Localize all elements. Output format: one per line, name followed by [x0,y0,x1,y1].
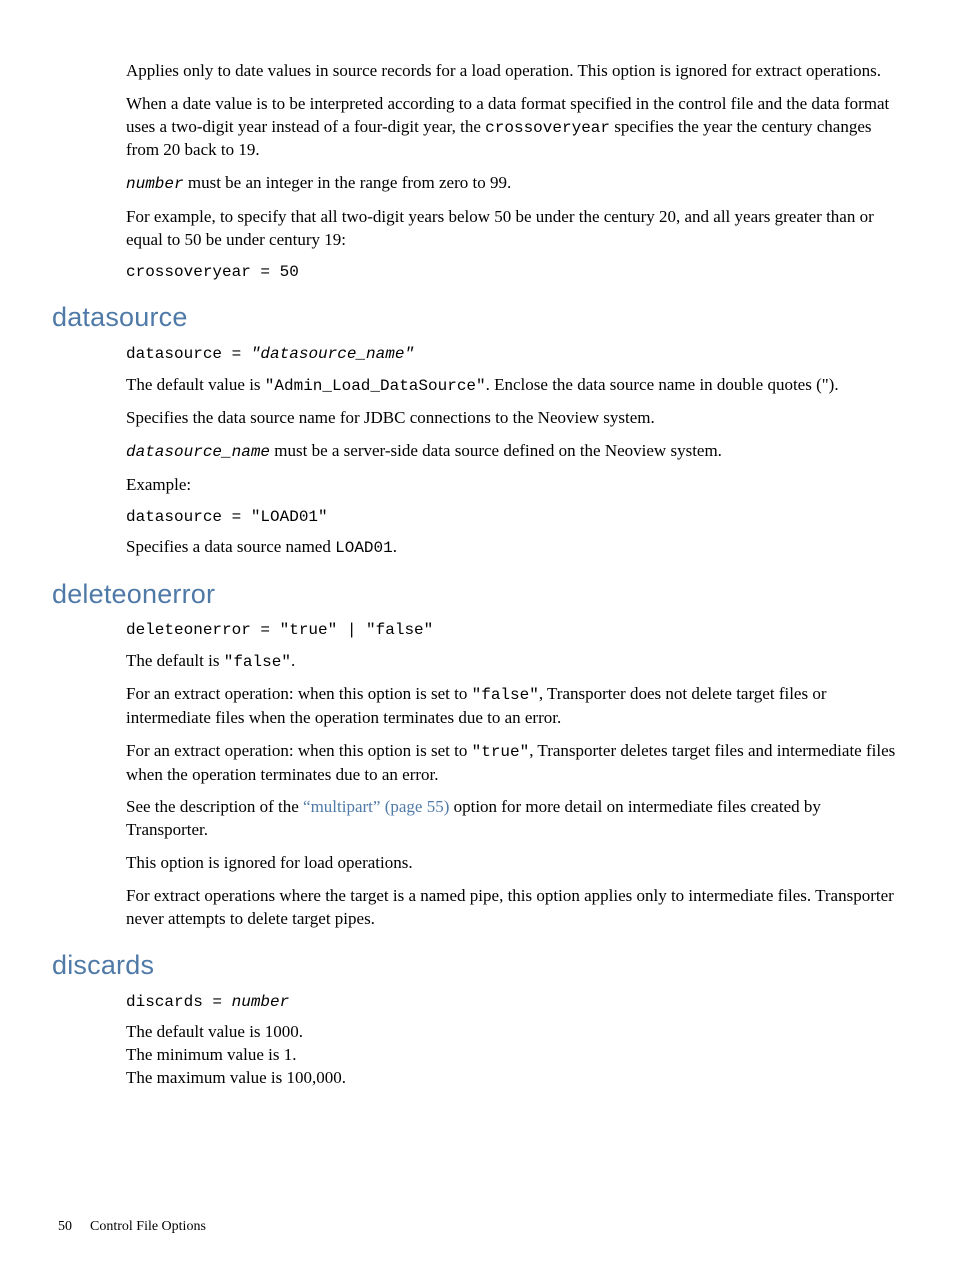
heading-discards: discards [52,947,902,983]
datasource-p3: datasource_name must be a server-side da… [126,440,902,464]
deleteonerror-p5: This option is ignored for load operatio… [126,852,902,875]
datasource-p5: Specifies a data source named LOAD01. [126,536,902,560]
datasource-p1: The default value is "Admin_Load_DataSou… [126,374,902,398]
intro-code: crossoveryear = 50 [126,262,902,284]
datasource-p5-code: LOAD01 [335,539,393,557]
datasource-p1b: . Enclose the data source name in double… [486,375,839,394]
deleteonerror-p3-code: "true" [472,743,530,761]
deleteonerror-syntax: deleteonerror = "true" | "false" [126,620,902,642]
datasource-code: datasource = "LOAD01" [126,507,902,529]
heading-deleteonerror: deleteonerror [52,576,902,612]
deleteonerror-p1: The default is "false". [126,650,902,674]
footer-title: Control File Options [90,1219,206,1234]
intro-p2-code: crossoveryear [485,119,610,137]
deleteonerror-p2: For an extract operation: when this opti… [126,683,902,730]
page-content: Applies only to date values in source re… [126,60,902,1090]
page-number: 50 [58,1219,72,1234]
datasource-syntax: datasource = "datasource_name" [126,344,902,366]
discards-l3: The maximum value is 100,000. [126,1067,902,1090]
datasource-p3-var: datasource_name [126,443,270,461]
datasource-p3-rest: must be a server-side data source define… [270,441,722,460]
deleteonerror-p1a: The default is [126,651,224,670]
page-footer: 50 Control File Options [58,1218,206,1237]
discards-l2: The minimum value is 1. [126,1044,902,1067]
datasource-p1-code: "Admin_Load_DataSource" [265,377,486,395]
datasource-syntax-a: datasource = [126,345,251,363]
datasource-p2: Specifies the data source name for JDBC … [126,407,902,430]
discards-l1: The default value is 1000. [126,1021,902,1044]
deleteonerror-p1b: . [291,651,295,670]
discards-syntax: discards = number [126,992,902,1014]
page: Applies only to date values in source re… [0,0,954,1271]
deleteonerror-p3a: For an extract operation: when this opti… [126,741,472,760]
intro-p2: When a date value is to be interpreted a… [126,93,902,162]
deleteonerror-p1-code: "false" [224,653,291,671]
datasource-p5b: . [393,537,397,556]
discards-lines: The default value is 1000. The minimum v… [126,1021,902,1090]
discards-syntax-a: discards = [126,993,232,1011]
discards-syntax-b: number [232,993,290,1011]
deleteonerror-p3: For an extract operation: when this opti… [126,740,902,787]
deleteonerror-p2a: For an extract operation: when this opti… [126,684,472,703]
deleteonerror-p6: For extract operations where the target … [126,885,902,931]
intro-p3-var: number [126,175,184,193]
datasource-p5a: Specifies a data source named [126,537,335,556]
heading-datasource: datasource [52,299,902,335]
deleteonerror-p4a: See the description of the [126,797,303,816]
intro-p3-rest: must be an integer in the range from zer… [184,173,512,192]
intro-p4: For example, to specify that all two-dig… [126,206,902,252]
datasource-p4: Example: [126,474,902,497]
deleteonerror-p4: See the description of the “multipart” (… [126,796,902,842]
intro-p3: number must be an integer in the range f… [126,172,902,196]
datasource-p1a: The default value is [126,375,265,394]
datasource-syntax-b: "datasource_name" [251,345,414,363]
deleteonerror-p2-code: "false" [472,686,539,704]
multipart-link[interactable]: “multipart” (page 55) [303,797,449,816]
intro-p1: Applies only to date values in source re… [126,60,902,83]
